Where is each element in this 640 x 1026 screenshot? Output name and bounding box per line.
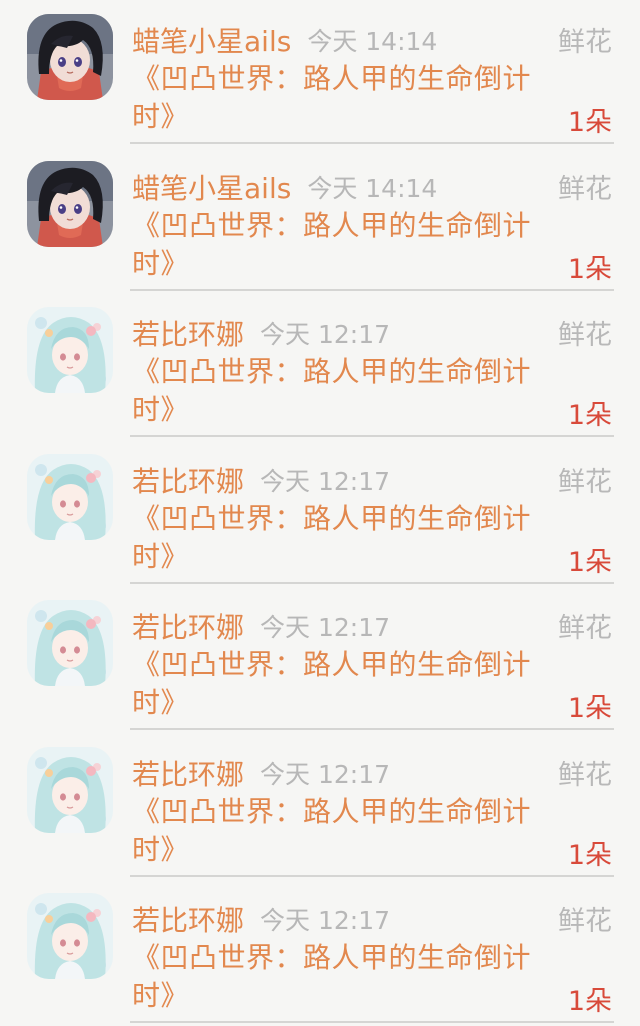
- divider: [130, 142, 614, 144]
- username[interactable]: 若比环娜: [132, 611, 244, 644]
- avatar-image: [27, 453, 113, 540]
- gift-count: 1朵: [567, 986, 612, 1017]
- divider: [130, 435, 614, 437]
- divider: [130, 1021, 614, 1023]
- gift-type-label: 鲜花: [558, 27, 612, 58]
- gift-count: 1朵: [567, 693, 612, 724]
- book-title-link[interactable]: 《凹凸世界：路人甲的生命倒计时》: [132, 939, 552, 1015]
- avatar-image: [27, 14, 113, 100]
- book-title-link[interactable]: 《凹凸世界：路人甲的生命倒计时》: [132, 207, 552, 283]
- username[interactable]: 若比环娜: [132, 465, 244, 498]
- divider: [130, 288, 614, 291]
- timestamp: 今天 14:14: [307, 173, 438, 203]
- username[interactable]: 若比环娜: [132, 904, 244, 937]
- gift-count: 1朵: [567, 253, 612, 285]
- gift-record-item[interactable]: 若比环娜 今天 12:17 鲜花 《凹凸世界：路人甲的生命倒计时》 1朵: [0, 586, 640, 732]
- user-row: 若比环娜 今天 12:17: [132, 313, 390, 353]
- user-row: 蜡笔小星ails 今天 14:14: [132, 20, 437, 60]
- gift-count: 1朵: [567, 546, 612, 578]
- gift-count: 1朵: [567, 107, 612, 138]
- book-title-link[interactable]: 《凹凸世界：路人甲的生命倒计时》: [132, 646, 552, 722]
- timestamp: 今天 12:17: [260, 613, 391, 642]
- timestamp: 今天 12:17: [260, 759, 391, 789]
- book-title-link[interactable]: 《凹凸世界：路人甲的生命倒计时》: [132, 793, 552, 869]
- gift-type-label: 鲜花: [558, 759, 612, 791]
- gift-type-label: 鲜花: [558, 613, 612, 644]
- timestamp: 今天 12:17: [260, 466, 391, 496]
- avatar[interactable]: [27, 14, 113, 100]
- gift-type-label: 鲜花: [558, 466, 612, 498]
- gift-count: 1朵: [567, 400, 612, 431]
- gift-record-list: 蜡笔小星ails 今天 14:14 鲜花 《凹凸世界：路人甲的生命倒计时》 1朵 …: [0, 0, 640, 1026]
- timestamp: 今天 12:17: [260, 320, 391, 349]
- divider: [130, 728, 614, 730]
- timestamp: 今天 14:14: [307, 27, 438, 56]
- user-row: 蜡笔小星ails 今天 14:14: [132, 167, 437, 207]
- username[interactable]: 蜡笔小星ails: [132, 25, 291, 58]
- avatar-image: [27, 307, 113, 393]
- avatar[interactable]: [27, 160, 113, 247]
- gift-record-item[interactable]: 蜡笔小星ails 今天 14:14 鲜花 《凹凸世界：路人甲的生命倒计时》 1朵: [0, 147, 640, 293]
- gift-record-item[interactable]: 若比环娜 今天 12:17 鲜花 《凹凸世界：路人甲的生命倒计时》 1朵: [0, 440, 640, 586]
- avatar[interactable]: [27, 453, 113, 540]
- gift-type-label: 鲜花: [558, 906, 612, 937]
- username[interactable]: 蜡笔小星ails: [132, 172, 291, 205]
- gift-type-label: 鲜花: [558, 320, 612, 351]
- gift-record-item[interactable]: 蜡笔小星ails 今天 14:14 鲜花 《凹凸世界：路人甲的生命倒计时》 1朵: [0, 0, 640, 146]
- timestamp: 今天 12:17: [260, 906, 391, 935]
- username[interactable]: 若比环娜: [132, 758, 244, 791]
- avatar[interactable]: [27, 600, 113, 686]
- avatar[interactable]: [27, 307, 113, 393]
- avatar[interactable]: [27, 893, 113, 979]
- gift-record-item[interactable]: 若比环娜 今天 12:17 鲜花 《凹凸世界：路人甲的生命倒计时》 1朵: [0, 733, 640, 879]
- username[interactable]: 若比环娜: [132, 318, 244, 351]
- gift-type-label: 鲜花: [558, 173, 612, 205]
- book-title-link[interactable]: 《凹凸世界：路人甲的生命倒计时》: [132, 353, 552, 429]
- gift-count: 1朵: [567, 839, 612, 871]
- book-title-link[interactable]: 《凹凸世界：路人甲的生命倒计时》: [132, 60, 552, 136]
- user-row: 若比环娜 今天 12:17: [132, 606, 390, 646]
- divider: [130, 581, 614, 584]
- avatar-image: [27, 746, 113, 833]
- avatar-image: [27, 160, 113, 247]
- divider: [130, 874, 614, 877]
- user-row: 若比环娜 今天 12:17: [132, 460, 390, 500]
- gift-record-item[interactable]: 若比环娜 今天 12:17 鲜花 《凹凸世界：路人甲的生命倒计时》 1朵: [0, 879, 640, 1025]
- book-title-link[interactable]: 《凹凸世界：路人甲的生命倒计时》: [132, 500, 552, 576]
- avatar-image: [27, 600, 113, 686]
- avatar[interactable]: [27, 746, 113, 833]
- user-row: 若比环娜 今天 12:17: [132, 753, 390, 793]
- avatar-image: [27, 893, 113, 979]
- user-row: 若比环娜 今天 12:17: [132, 899, 390, 939]
- gift-record-item[interactable]: 若比环娜 今天 12:17 鲜花 《凹凸世界：路人甲的生命倒计时》 1朵: [0, 293, 640, 439]
